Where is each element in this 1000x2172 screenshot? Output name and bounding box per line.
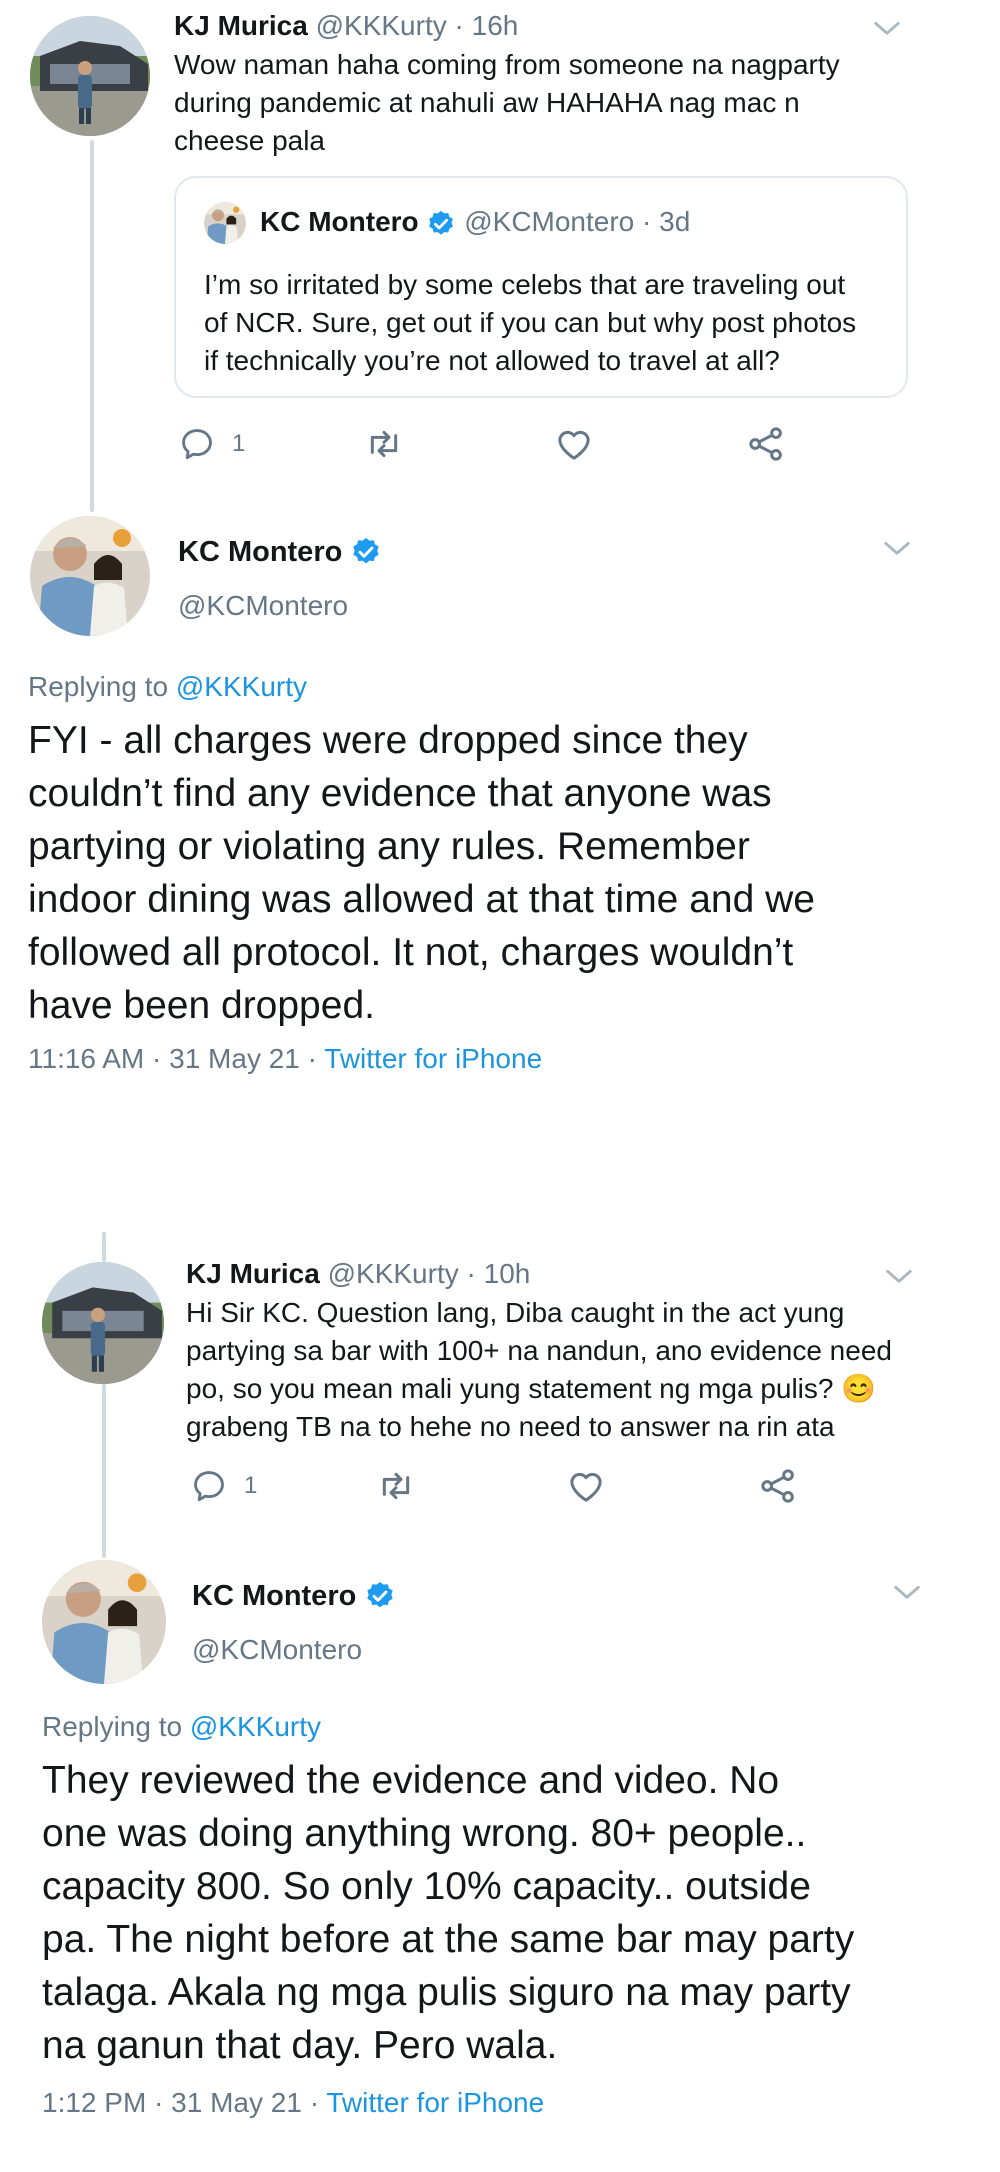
separator-dot: · (152, 1043, 162, 1074)
tweet-header: KJ Murica @KKKurty · 16h (174, 8, 518, 44)
retweet-button[interactable] (364, 424, 404, 469)
author-name-row: KC Montero (178, 532, 382, 572)
verified-badge-icon (350, 536, 382, 568)
author-name[interactable]: KC Montero (178, 532, 342, 572)
tweet-time[interactable]: 16h (472, 10, 519, 41)
retweet-button[interactable] (376, 1466, 416, 1511)
tweet-time: 1:12 PM (42, 2087, 147, 2118)
tweet-text: Wow naman haha coming from someone na na… (174, 49, 840, 156)
avatar-image (30, 16, 150, 136)
like-button[interactable] (566, 1466, 606, 1511)
tweet-date: 31 May 21 (171, 2087, 302, 2118)
author-name[interactable]: KJ Murica (186, 1258, 320, 1289)
thread-line (102, 1384, 106, 1558)
chevron-down-icon[interactable] (882, 1260, 916, 1294)
chevron-down-icon[interactable] (890, 1576, 924, 1610)
tweet-text: Hi Sir KC. Question lang, Diba caught in… (186, 1294, 976, 1446)
quote-time: 3d (659, 206, 691, 237)
avatar[interactable] (42, 1560, 166, 1684)
like-icon (554, 424, 594, 464)
tweet-time[interactable]: 10h (484, 1258, 531, 1289)
like-icon (566, 1466, 606, 1506)
replying-to-label: Replying to (28, 671, 169, 702)
verified-badge-icon (426, 209, 456, 239)
reply-icon (190, 1467, 228, 1505)
reply-icon (178, 425, 216, 463)
avatar-image (42, 1262, 164, 1384)
reply-button[interactable]: 1 (190, 1466, 257, 1506)
share-icon (746, 424, 786, 464)
retweet-icon (376, 1466, 416, 1506)
avatar[interactable] (30, 516, 150, 636)
smiling-emoji: 😊 (841, 1373, 877, 1404)
tweet-source[interactable]: Twitter for iPhone (326, 2087, 544, 2118)
share-button[interactable] (746, 424, 786, 469)
retweet-icon (364, 424, 404, 464)
thread-line (90, 140, 94, 512)
reply-count: 1 (244, 1472, 258, 1499)
separator-dot: · (642, 206, 652, 237)
separator-dot: · (154, 2087, 164, 2118)
separator-dot: · (307, 1043, 317, 1074)
quote-author-name: KC Montero (260, 206, 419, 237)
share-icon (758, 1466, 798, 1506)
chevron-down-icon[interactable] (880, 532, 914, 566)
like-button[interactable] (554, 424, 594, 469)
separator-dot: · (454, 10, 464, 41)
tweet-text-end: grabeng TB na to hehe no need to answer … (186, 1411, 835, 1442)
tweet-text: They reviewed the evidence and video. No… (42, 1759, 855, 2067)
reply-count: 1 (232, 430, 246, 457)
avatar[interactable] (42, 1262, 164, 1384)
replying-to-link[interactable]: @KKKurty (176, 671, 307, 702)
separator-dot: · (466, 1258, 476, 1289)
replying-to-label: Replying to (42, 1711, 183, 1742)
avatar-image (30, 516, 150, 636)
reply-button[interactable]: 1 (178, 424, 245, 464)
author-handle[interactable]: @KKKurty (328, 1258, 459, 1289)
tweet-time: 11:16 AM (28, 1043, 145, 1074)
quote-avatar (204, 202, 246, 244)
author-handle[interactable]: @KCMontero (178, 586, 348, 626)
chevron-down-icon[interactable] (870, 12, 904, 46)
replying-to-link[interactable]: @KKKurty (190, 1711, 321, 1742)
author-name[interactable]: KJ Murica (174, 10, 308, 41)
tweet-source[interactable]: Twitter for iPhone (324, 1043, 542, 1074)
author-handle[interactable]: @KCMontero (192, 1630, 362, 1670)
avatar[interactable] (30, 16, 150, 136)
author-handle[interactable]: @KKKurty (316, 10, 447, 41)
avatar-image (42, 1560, 166, 1684)
tweet-text-main: Hi Sir KC. Question lang, Diba caught in… (186, 1297, 892, 1404)
quote-header: KC Montero @KCMontero · 3d (260, 202, 690, 242)
tweet-header: KJ Murica @KKKurty · 10h (186, 1256, 530, 1292)
author-name-row: KC Montero (192, 1576, 396, 1616)
verified-badge-icon (364, 1580, 396, 1612)
tweet-meta: 1:12 PM · 31 May 21 · Twitter for iPhone (42, 2084, 544, 2122)
replying-to: Replying to @KKKurty (42, 1708, 321, 1746)
quote-text: I’m so irritated by some celebs that are… (204, 269, 857, 376)
tweet-date: 31 May 21 (169, 1043, 300, 1074)
thread-line (102, 1232, 106, 1262)
separator-dot: · (309, 2087, 320, 2118)
tweet-text: FYI - all charges were dropped since the… (28, 719, 815, 1027)
quote-author-handle: @KCMontero (464, 206, 635, 237)
quoted-tweet[interactable]: KC Montero @KCMontero · 3d I’m so irrita… (174, 176, 908, 398)
tweet-meta: 11:16 AM · 31 May 21 · Twitter for iPhon… (28, 1040, 542, 1078)
share-button[interactable] (758, 1466, 798, 1511)
replying-to: Replying to @KKKurty (28, 668, 307, 706)
author-name[interactable]: KC Montero (192, 1576, 356, 1616)
